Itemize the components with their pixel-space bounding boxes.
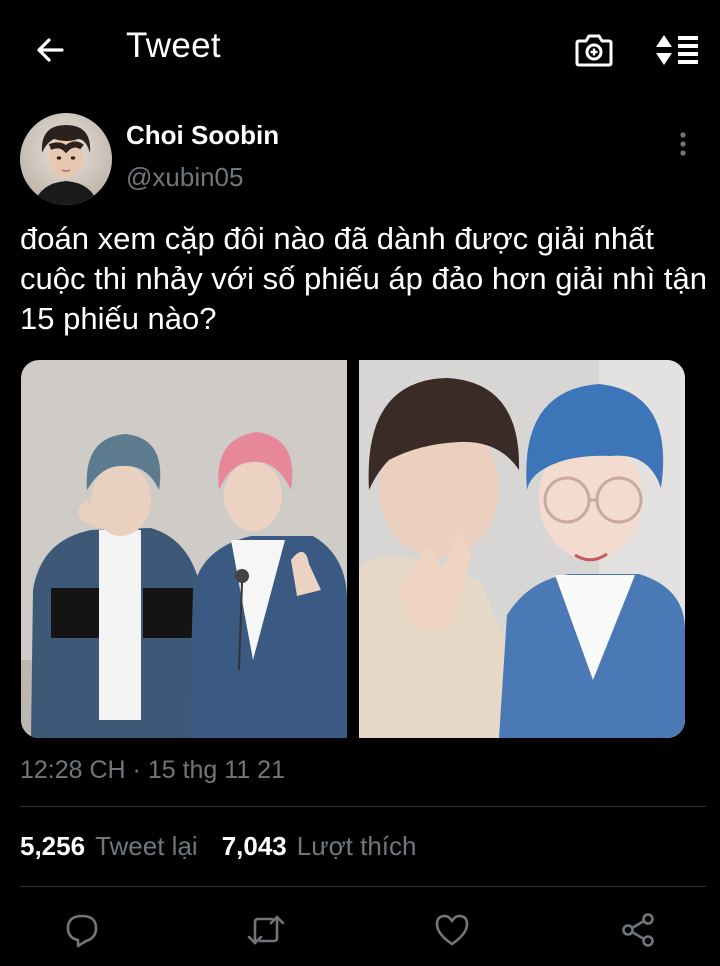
author-handle[interactable]: @xubin05 [126, 162, 243, 193]
sort-button[interactable] [652, 28, 702, 72]
likes-stat[interactable]: 7,043 Lượt thích [222, 831, 417, 862]
camera-icon [575, 34, 613, 67]
tweet-image-1[interactable] [21, 360, 347, 738]
retweet-icon [247, 915, 285, 945]
page-title: Tweet [126, 26, 221, 65]
retweet-count: 5,256 [20, 831, 86, 861]
top-bar: Tweet [0, 0, 720, 100]
like-button[interactable] [430, 908, 474, 952]
camera-button[interactable] [572, 28, 616, 72]
avatar-image [20, 113, 112, 205]
more-vertical-icon [680, 132, 686, 156]
reply-icon [66, 914, 98, 948]
tweet-image-2[interactable] [359, 360, 685, 738]
tweet-text: đoán xem cặp đôi nào đã dành được giải n… [20, 221, 707, 336]
divider [20, 806, 706, 807]
sort-icon [656, 35, 698, 65]
like-count: 7,043 [221, 831, 287, 861]
retweet-label: Tweet lại [95, 831, 198, 861]
tweet-stats: 5,256 Tweet lại 7,043 Lượt thích [20, 831, 417, 862]
arrow-left-icon [37, 38, 64, 62]
avatar[interactable] [20, 113, 112, 205]
retweets-stat[interactable]: 5,256 Tweet lại [20, 831, 198, 862]
retweet-button[interactable] [244, 908, 288, 952]
more-options-button[interactable] [668, 126, 698, 162]
author-name[interactable]: Choi Soobin [126, 120, 279, 151]
tweet-timestamp: 12:28 CH · 15 thg 11 21 [20, 756, 285, 784]
heart-icon [435, 914, 469, 946]
reply-button[interactable] [60, 908, 104, 952]
like-label: Lượt thích [296, 831, 417, 861]
share-button[interactable] [616, 908, 660, 952]
back-button[interactable] [26, 28, 74, 72]
tweet-media [21, 360, 685, 738]
divider [20, 886, 706, 887]
share-icon [622, 913, 654, 947]
